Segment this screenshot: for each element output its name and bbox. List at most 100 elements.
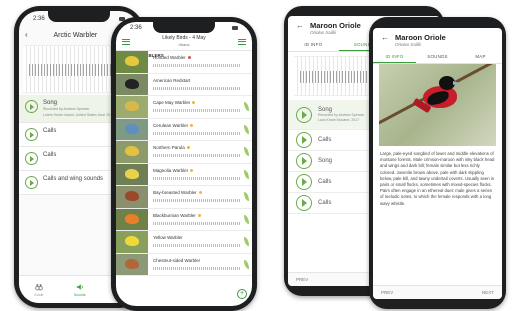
play-icon[interactable] bbox=[25, 176, 38, 189]
play-icon[interactable] bbox=[296, 195, 312, 211]
species-info: American Redstart bbox=[148, 74, 252, 96]
species-name: Chestnut-sided Warbler bbox=[153, 257, 201, 263]
sound-label: Calls bbox=[318, 137, 332, 143]
sound-text: Calls bbox=[318, 179, 331, 185]
species-name: Northern Parula bbox=[153, 145, 185, 150]
play-icon[interactable] bbox=[296, 106, 312, 123]
play-icon[interactable] bbox=[296, 153, 312, 169]
status-dot bbox=[198, 191, 202, 194]
species-name-wrap: Hooded Warbler bbox=[153, 55, 248, 60]
species-info: Chestnut-sided Warbler bbox=[148, 254, 252, 276]
leaf-icon bbox=[244, 237, 249, 246]
species-row[interactable]: Bay-breasted Warbler bbox=[116, 186, 252, 209]
leaf-icon bbox=[244, 147, 249, 156]
bird-shape bbox=[125, 191, 139, 201]
species-name: Bay-breasted Warbler bbox=[153, 190, 197, 195]
binoculars-icon bbox=[35, 283, 43, 290]
tab-id-info[interactable]: ID INFO bbox=[373, 50, 416, 63]
species-row[interactable]: Magnolia Warbler bbox=[116, 163, 252, 186]
status-dot bbox=[190, 123, 194, 127]
sound-text: Song Recorded by Andrew Spencer Lorem Hode… bbox=[43, 100, 114, 117]
header: Likely Birds - 4 May Ithaca bbox=[116, 33, 252, 51]
frequency-bar bbox=[153, 199, 240, 202]
species-row[interactable]: American Redstart bbox=[116, 73, 252, 96]
species-row[interactable]: Yellow Warbler bbox=[116, 231, 252, 254]
sound-text: Calls and wing sounds bbox=[43, 176, 103, 182]
tab-id-info[interactable]: ID INFO bbox=[288, 38, 339, 51]
bird-shape bbox=[125, 56, 139, 66]
status-dot bbox=[187, 56, 191, 59]
species-row[interactable]: Cerulean Warbler bbox=[116, 118, 252, 141]
tab-label: Sounds bbox=[73, 292, 86, 297]
list-location: Ithaca bbox=[178, 41, 190, 47]
tab-sounds[interactable]: Sounds bbox=[74, 283, 86, 297]
species-name: Magnolia Warbler bbox=[153, 167, 189, 173]
species-thumbnail bbox=[116, 231, 148, 253]
species-name-wrap: Northern Parula bbox=[153, 145, 248, 150]
species-name: Blackburnian Warbler bbox=[153, 212, 196, 218]
footer-nav: PREV NEXT bbox=[373, 285, 502, 299]
species-info: Hooded Warbler bbox=[148, 51, 252, 73]
bird-shape bbox=[125, 236, 139, 246]
play-icon[interactable] bbox=[25, 152, 38, 165]
sound-label: Song bbox=[43, 100, 58, 106]
header: ← Maroon Oriole Oriolus traillii bbox=[373, 28, 502, 50]
add-button[interactable]: + bbox=[237, 289, 247, 299]
leaf-icon bbox=[244, 124, 249, 134]
frequency-bar bbox=[153, 109, 240, 112]
species-row[interactable]: Chestnut-sided Warbler bbox=[116, 253, 252, 276]
status-time: 2:36 bbox=[33, 16, 45, 22]
marketing-composite: 2:36 ‹ Arctic Warbler Song Recorded by An… bbox=[0, 0, 513, 311]
play-icon[interactable] bbox=[296, 174, 312, 190]
status-dot bbox=[192, 101, 196, 104]
species-list: Hooded Warbler American Redstart Cape May … bbox=[116, 51, 252, 306]
sound-label: Calls bbox=[43, 152, 57, 158]
frequency-bar bbox=[153, 176, 240, 180]
sound-label: Calls bbox=[318, 200, 332, 206]
species-name-wrap: Yellow Warbler bbox=[153, 235, 248, 240]
bird-beak bbox=[453, 81, 460, 85]
species-name-wrap: Blackburnian Warbler bbox=[153, 213, 248, 218]
species-thumbnail bbox=[116, 163, 148, 185]
frequency-bar bbox=[153, 131, 240, 135]
tab-guide[interactable]: Guide bbox=[34, 283, 43, 297]
prev-button[interactable]: PREV bbox=[296, 277, 308, 282]
next-button[interactable]: NEXT bbox=[482, 290, 494, 295]
status-time: 2:36 bbox=[130, 24, 142, 31]
species-row[interactable]: Blackburnian Warbler bbox=[116, 208, 252, 231]
species-info: Bay-breasted Warbler bbox=[148, 186, 252, 208]
phone-oriole-id-info: ← Maroon Oriole Oriolus traillii ID INFO… bbox=[369, 17, 506, 309]
bird-shape bbox=[125, 123, 139, 134]
sound-text: Calls bbox=[43, 128, 56, 134]
play-icon[interactable] bbox=[25, 100, 38, 113]
frequency-bar bbox=[153, 154, 240, 157]
back-arrow-icon[interactable]: ← bbox=[296, 22, 304, 30]
species-row[interactable]: Hooded Warbler bbox=[116, 51, 252, 74]
species-thumbnail bbox=[116, 118, 148, 140]
species-thumbnail bbox=[116, 253, 148, 275]
tab-sounds[interactable]: SOUNDS bbox=[416, 50, 459, 63]
species-name: Cerulean Warbler bbox=[153, 122, 189, 128]
species-row[interactable]: Northern Parula bbox=[116, 141, 252, 164]
prev-button[interactable]: PREV bbox=[381, 290, 393, 295]
sound-text: Calls bbox=[318, 137, 331, 143]
species-thumbnail bbox=[116, 141, 148, 163]
screen: ← Maroon Oriole Oriolus traillii ID INFO… bbox=[373, 28, 502, 299]
frequency-bar bbox=[153, 86, 240, 90]
species-name: American Redstart bbox=[153, 77, 191, 83]
filter-icon[interactable] bbox=[238, 38, 246, 45]
species-photo[interactable] bbox=[379, 64, 496, 146]
back-arrow-icon[interactable]: ← bbox=[381, 34, 389, 42]
species-thumbnail bbox=[116, 186, 148, 208]
menu-icon[interactable] bbox=[122, 38, 130, 45]
status-dot bbox=[190, 168, 194, 172]
play-icon[interactable] bbox=[296, 132, 312, 148]
species-row[interactable]: Cape May Warbler bbox=[116, 96, 252, 119]
recording-credit: Lorem Hoder Island, United States June 2… bbox=[43, 112, 115, 117]
recording-credit: Recorded by Andrew Spencer bbox=[43, 107, 90, 111]
tab-map[interactable]: MAP bbox=[459, 50, 502, 63]
species-info: Blackburnian Warbler bbox=[148, 209, 252, 231]
bird-shape bbox=[125, 258, 139, 269]
play-icon[interactable] bbox=[25, 128, 38, 141]
leaf-icon bbox=[244, 192, 249, 201]
